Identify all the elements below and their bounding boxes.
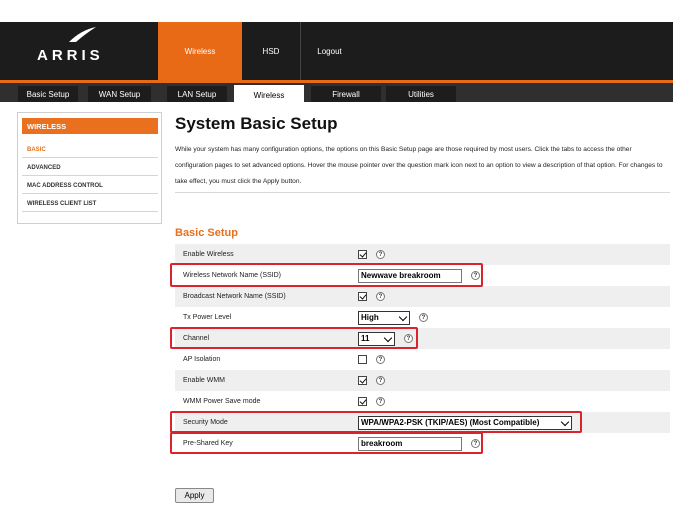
help-icon[interactable]: ? [471,439,480,448]
tx-power-select[interactable]: High [358,310,410,325]
channel-label: Channel [183,335,210,342]
router-admin-page: ARRIS Wireless HSD Logout Basic Setup WA… [0,0,673,508]
row-broadcast-ssid: Broadcast Network Name (SSID) ? [175,286,670,307]
enable-wireless-checkbox[interactable] [358,250,367,259]
tab-utilities[interactable]: Utilities [386,86,456,102]
tx-power-value: High [361,313,379,322]
tx-power-label: Tx Power Level [183,314,232,321]
pre-shared-key-input[interactable]: breakroom [358,436,462,451]
tab-firewall[interactable]: Firewall [311,86,381,102]
ap-isolation-label: AP Isolation [183,356,221,363]
help-icon[interactable]: ? [376,355,385,364]
row-ap-isolation: AP Isolation ? [175,349,670,370]
ssid-input[interactable]: Newwave breakroom [358,268,462,283]
security-mode-label: Security Mode [183,419,228,426]
row-channel: Channel 11? [175,328,670,349]
channel-select[interactable]: 11 [358,331,395,346]
tab-basic-setup[interactable]: Basic Setup [18,86,78,102]
wmm-power-save-checkbox[interactable] [358,397,367,406]
sidebar-item-wireless-client-list[interactable]: WIRELESS CLIENT LIST [22,196,158,212]
page-description: While your system has many configuration… [175,146,663,185]
wmm-power-save-label: WMM Power Save mode [183,398,261,405]
broadcast-ssid-checkbox[interactable] [358,292,367,301]
row-security-mode: Security Mode WPA/WPA2-PSK (TKIP/AES) (M… [175,412,670,433]
row-enable-wireless: Enable Wireless ? [175,244,670,265]
help-icon[interactable]: ? [404,334,413,343]
top-nav-wireless[interactable]: Wireless [158,22,242,80]
row-pre-shared-key: Pre-Shared Key breakroom? [175,433,670,454]
enable-wmm-checkbox[interactable] [358,376,367,385]
sidebar-item-advanced[interactable]: ADVANCED [22,160,158,176]
tab-wireless[interactable]: Wireless [234,85,304,105]
row-ssid: Wireless Network Name (SSID) Newwave bre… [175,265,670,286]
top-nav-hsd[interactable]: HSD [242,22,300,80]
help-icon[interactable]: ? [376,250,385,259]
top-nav-logout[interactable]: Logout [300,22,358,80]
channel-value: 11 [361,334,370,343]
help-icon[interactable]: ? [376,397,385,406]
section-title: Basic Setup [175,227,238,239]
help-icon[interactable]: ? [419,313,428,322]
row-wmm-power-save: WMM Power Save mode ? [175,391,670,412]
security-mode-select[interactable]: WPA/WPA2-PSK (TKIP/AES) (Most Compatible… [358,415,572,430]
divider [175,192,670,193]
tab-lan-setup[interactable]: LAN Setup [167,86,227,102]
row-enable-wmm: Enable WMM ? [175,370,670,391]
sidebar-heading: WIRELESS [22,118,158,134]
header-bar: ARRIS Wireless HSD Logout [0,22,673,80]
help-icon[interactable]: ? [471,271,480,280]
ssid-label: Wireless Network Name (SSID) [183,272,282,279]
enable-wireless-label: Enable Wireless [183,251,234,258]
apply-button[interactable]: Apply [175,488,214,503]
enable-wmm-label: Enable WMM [183,377,226,384]
sidebar-item-basic[interactable]: BASIC [22,142,158,158]
arris-swoosh-icon [69,27,96,42]
arris-logo: ARRIS [37,47,104,64]
chevron-down-icon [398,312,408,321]
help-icon[interactable]: ? [376,292,385,301]
page-title: System Basic Setup [175,114,338,133]
pre-shared-key-label: Pre-Shared Key [183,440,233,447]
security-mode-value: WPA/WPA2-PSK (TKIP/AES) (Most Compatible… [361,418,540,427]
chevron-down-icon [383,333,393,342]
row-tx-power: Tx Power Level High? [175,307,670,328]
tab-wan-setup[interactable]: WAN Setup [88,86,151,102]
tab-bar: Basic Setup WAN Setup LAN Setup Wireless… [0,80,673,105]
sidebar-item-mac-address-control[interactable]: MAC ADDRESS CONTROL [22,178,158,194]
chevron-down-icon [560,417,570,426]
help-icon[interactable]: ? [376,376,385,385]
top-nav: Wireless HSD Logout [158,22,358,80]
sidebar: WIRELESS BASIC ADVANCED MAC ADDRESS CONT… [17,112,162,224]
ap-isolation-checkbox[interactable] [358,355,367,364]
broadcast-ssid-label: Broadcast Network Name (SSID) [183,293,286,300]
